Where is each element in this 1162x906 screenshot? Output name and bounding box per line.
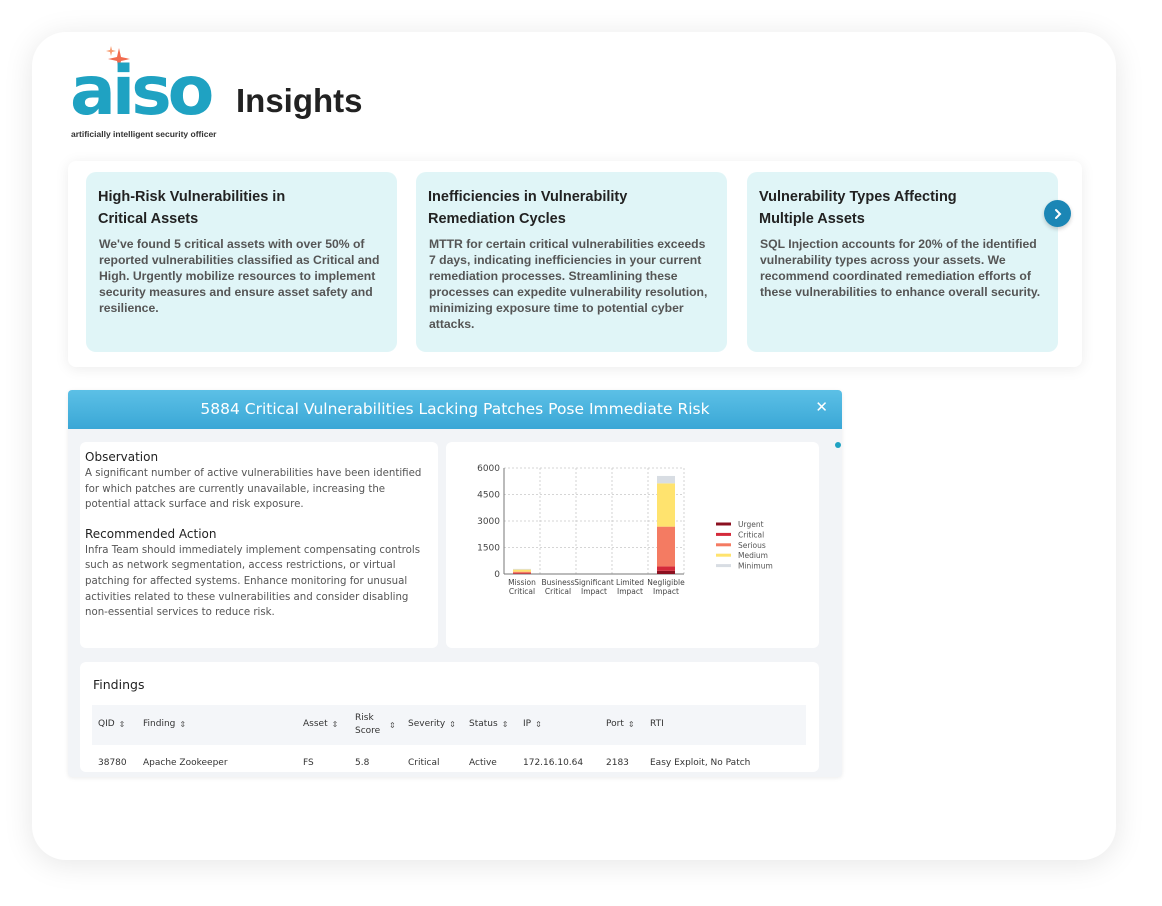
stacked-bar-chart: 01500300045006000MissionCriticalBusiness… [477,464,773,596]
column-header-rti[interactable]: RTI [650,719,664,729]
insight-body: We've found 5 critical assets with over … [99,237,380,315]
bar-segment [513,573,531,574]
findings-title: Findings [93,677,145,692]
carousel-next-button[interactable] [1044,200,1071,227]
bar-segment [513,571,531,574]
x-tick-label: Impact [653,587,679,596]
x-tick-label: Negligible [647,578,685,587]
legend-swatch [716,522,731,526]
column-header-port[interactable]: Port ⇕ [606,719,635,729]
insight-detail-modal: 5884 Critical Vulnerabilities Lacking Pa… [68,390,842,777]
column-header-status[interactable]: Status ⇕ [469,719,508,729]
logo-tagline: artificially intelligent security office… [71,129,217,139]
column-header-asset[interactable]: Asset ⇕ [303,719,338,729]
insight-title: High-Risk Vulnerabilities in Critical As… [98,189,286,227]
legend-swatch [716,553,731,557]
sort-icon: ⇕ [118,719,126,729]
cell-qid: 38780 [98,758,127,768]
insight-card[interactable]: Vulnerability Types Affecting Multiple A… [747,172,1058,352]
legend-swatch [716,532,731,536]
x-tick-label: Significant [574,578,614,587]
logo-wordmark: aiso [70,52,214,131]
insight-body: SQL Injection accounts for 20% of the id… [760,237,1041,299]
cell-asset: FS [303,758,314,768]
sort-icon: ⇕ [179,719,187,729]
bar-segment [657,570,675,574]
cell-finding: Apache Zookeeper [143,758,228,768]
observation-heading: Observation [85,450,159,464]
findings-table-header: QID ⇕ Finding ⇕ Asset ⇕ Risk Score ⇕ Severit… [92,705,806,745]
recommended-action-text: Infra Team should immediately implement … [85,544,421,619]
x-tick-label: Business [541,578,574,587]
sort-icon: ⇕ [627,719,635,729]
cell-severity: Critical [408,758,440,768]
chevron-right-icon [1054,208,1061,219]
insight-card[interactable]: High-Risk Vulnerabilities in Critical As… [86,172,397,352]
close-icon[interactable]: ✕ [815,398,828,416]
bar-segment [657,483,675,527]
column-header-severity[interactable]: Severity ⇕ [408,719,456,729]
y-tick-label: 4500 [477,491,500,501]
bar-segment [657,526,675,567]
x-tick-label: Impact [617,587,643,596]
bar-segment [657,475,675,484]
cell-risk-score: 5.8 [355,758,370,768]
x-tick-label: Impact [581,587,607,596]
bar-segment [513,569,531,572]
column-header-finding[interactable]: Finding ⇕ [143,719,186,729]
sort-icon: ⇕ [535,719,542,729]
column-header-qid[interactable]: QID ⇕ [98,719,125,729]
x-tick-label: Limited [616,578,644,587]
insight-title: Inefficiencies in Vulnerability Remediat… [428,189,628,227]
severity-chart-panel: 0 1500 3000 4500 6000 Mission Critical Business… [446,442,819,648]
column-header-risk-score[interactable]: Risk Score ⇕ [355,712,396,738]
column-header-ip[interactable]: IP ⇕ [523,719,542,729]
insight-card[interactable]: Inefficiencies in Vulnerability Remediat… [416,172,727,352]
legend-swatch [716,543,731,547]
recommended-action-heading: Recommended Action [85,526,217,541]
bar-segment [513,568,531,570]
x-tick-label: Critical [545,587,571,596]
legend-label: Serious [738,541,766,550]
sort-icon: ⇕ [331,719,339,729]
observation-text: A significant number of active vulnerabi… [85,468,422,511]
x-tick-label: Mission [508,578,536,587]
cell-rti: Easy Exploit, No Patch [650,758,751,768]
cell-port: 2183 [606,758,629,768]
x-tick-label: Critical [509,587,535,596]
insight-body: MTTR for certain critical vulnerabilitie… [429,237,708,331]
modal-title: 5884 Critical Vulnerabilities Lacking Pa… [200,400,710,418]
legend-label: Minimum [738,562,773,571]
y-tick-label: 0 [494,570,500,580]
scrollbar-thumb[interactable] [835,442,841,448]
legend-swatch [716,564,731,568]
bar-segment [657,566,675,571]
cell-status: Active [469,758,497,768]
cell-ip: 172.16.10.64 [523,758,584,768]
page-title: Insights [236,82,363,119]
insight-title: Vulnerability Types Affecting Multiple A… [759,189,957,227]
observation-panel: Observation A significant number of acti… [80,442,438,648]
legend-label: Urgent [738,520,764,529]
legend-label: Medium [738,551,768,560]
y-tick-label: 6000 [477,464,500,474]
y-tick-label: 1500 [477,544,500,554]
legend-label: Critical [738,530,764,539]
sort-icon: ⇕ [501,719,509,729]
insights-carousel: High-Risk Vulnerabilities in Critical As… [68,161,1082,367]
aiso-logo: aiso artificially intelligent security o… [70,46,220,143]
sort-icon: ⇕ [449,719,456,729]
sort-icon: ⇕ [389,720,396,730]
y-tick-label: 3000 [477,517,500,527]
findings-panel: Findings QID ⇕ Finding ⇕ Asset ⇕ Risk Score… [80,662,819,772]
